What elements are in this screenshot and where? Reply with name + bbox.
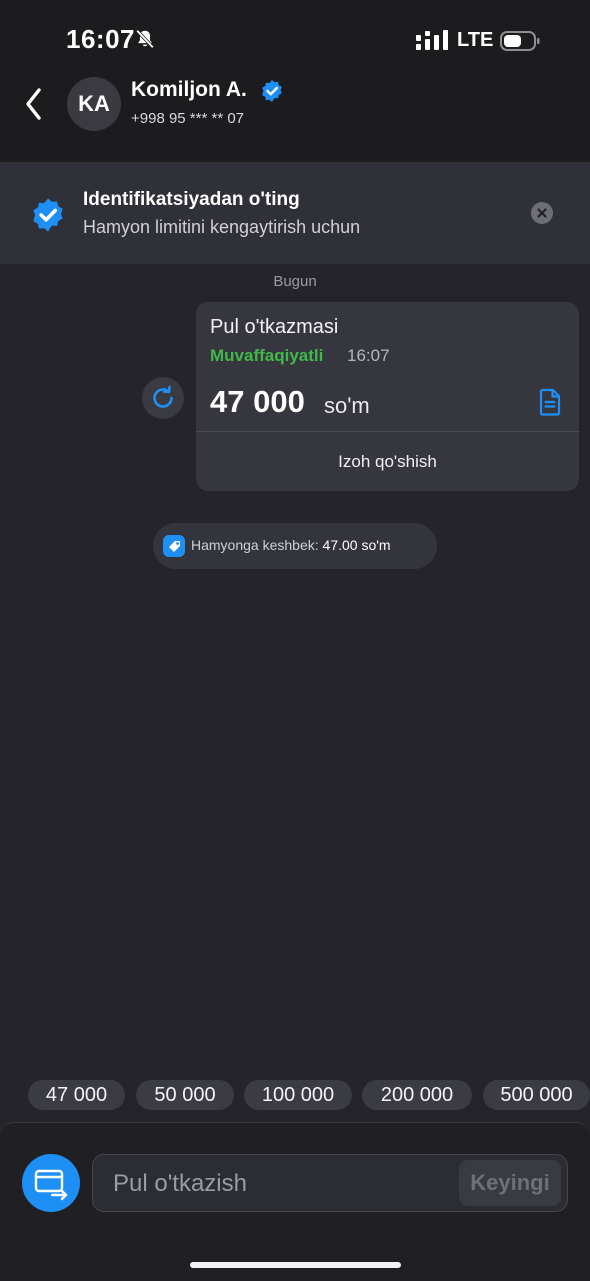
transfer-amount: 47 000 <box>210 384 305 419</box>
home-indicator <box>190 1262 401 1268</box>
repeat-icon <box>153 385 173 408</box>
quick-amount-chip[interactable]: 500 000 <box>483 1080 590 1110</box>
transfer-currency: so'm <box>324 393 370 418</box>
receipt-icon[interactable] <box>538 388 562 416</box>
close-icon[interactable] <box>531 202 553 224</box>
transfer-card[interactable]: Pul o'tkazmasi Muvaffaqiyatli 16:07 47 0… <box>196 302 579 491</box>
date-separator: Bugun <box>273 273 317 290</box>
transfer-field: Keyingi <box>92 1154 568 1213</box>
card-transfer-button[interactable] <box>22 1154 80 1212</box>
avatar[interactable]: KA <box>67 77 121 131</box>
repeat-transfer-button[interactable] <box>142 377 184 419</box>
quick-amount-chip[interactable]: 100 000 <box>244 1080 352 1110</box>
quick-amount-chip[interactable]: 200 000 <box>362 1080 472 1110</box>
transfer-amount-input[interactable] <box>111 1155 455 1213</box>
contact-phone: +998 95 *** ** 07 <box>131 110 245 127</box>
network-label: LTE <box>457 29 494 51</box>
verified-shield-icon <box>33 198 63 232</box>
close-x-glyph <box>537 208 547 218</box>
transfer-time: 16:07 <box>347 346 390 365</box>
card-transfer-icon <box>34 1169 68 1201</box>
banner-subtitle: Hamyon limitini kengaytirish uchun <box>83 217 361 237</box>
cashback-pill: Hamyonga keshbek: 47.00 so'm <box>153 523 437 569</box>
cashback-label: Hamyonga keshbek: <box>191 537 319 553</box>
transfer-title: Pul o'tkazmasi <box>210 316 339 338</box>
quick-amount-chip[interactable]: 47 000 <box>28 1080 125 1110</box>
cashback-tag-icon <box>163 535 185 557</box>
banner-title: Identifikatsiyadan o'ting <box>83 189 300 210</box>
signal-icon <box>416 30 448 50</box>
cashback-text: Hamyonga keshbek: 47.00 so'm <box>191 537 391 553</box>
bell-off-icon <box>136 29 154 49</box>
verified-badge-icon <box>262 80 282 102</box>
next-button[interactable]: Keyingi <box>459 1160 561 1206</box>
cashback-value: 47.00 so'm <box>322 537 391 553</box>
status-time: 16:07 <box>66 24 135 54</box>
add-comment-button[interactable]: Izoh qo'shish <box>196 432 579 491</box>
back-chevron-icon[interactable] <box>22 86 50 122</box>
quick-amount-chip[interactable]: 50 000 <box>136 1080 234 1110</box>
battery-icon <box>500 31 540 51</box>
identification-banner[interactable] <box>0 162 590 264</box>
transfer-status: Muvaffaqiyatli <box>210 346 324 365</box>
contact-name: Komiljon A. <box>131 78 247 101</box>
